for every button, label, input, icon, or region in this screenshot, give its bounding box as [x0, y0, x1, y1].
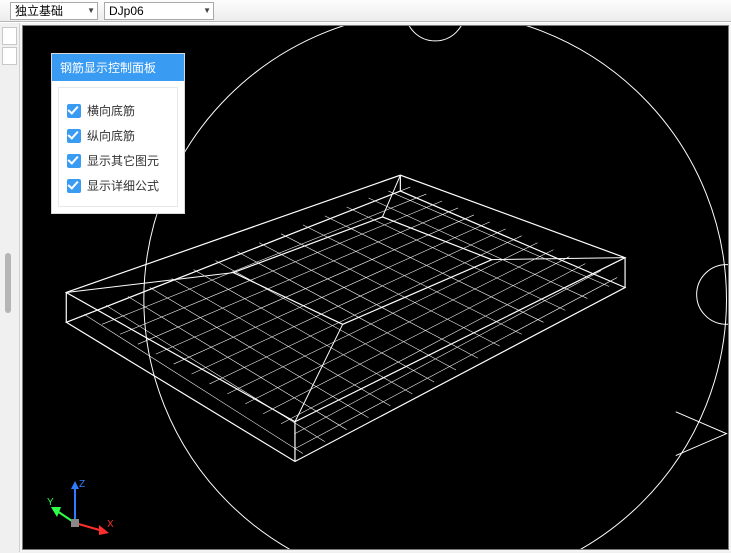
axis-y-label: Y	[47, 497, 54, 508]
chevron-down-icon: ▼	[87, 6, 95, 15]
axis-z-label: Z	[79, 479, 85, 490]
checkbox-label: 纵向底筋	[87, 127, 135, 144]
axis-gizmo: Z X Y	[45, 475, 115, 535]
rail-tab-2[interactable]	[2, 47, 17, 65]
checkbox-icon	[67, 104, 81, 118]
axis-x-label: X	[107, 519, 114, 530]
checkbox-icon	[67, 179, 81, 193]
top-toolbar: 独立基础 ▼ DJp06 ▼	[0, 0, 731, 22]
rail-tab-1[interactable]	[2, 27, 17, 45]
item-dropdown[interactable]: DJp06 ▼	[104, 2, 214, 20]
chevron-down-icon: ▼	[203, 6, 211, 15]
category-dropdown[interactable]: 独立基础 ▼	[10, 2, 98, 20]
workspace: 钢筋显示控制面板 横向底筋 纵向底筋 显示其它图元 显示详细公式	[0, 22, 731, 552]
rebar-display-panel: 钢筋显示控制面板 横向底筋 纵向底筋 显示其它图元 显示详细公式	[51, 53, 185, 214]
checkbox-row-show-detailed-formula[interactable]: 显示详细公式	[67, 177, 169, 194]
checkbox-label: 横向底筋	[87, 102, 135, 119]
item-dropdown-value: DJp06	[109, 4, 144, 18]
checkbox-row-vertical-bottom[interactable]: 纵向底筋	[67, 127, 169, 144]
checkbox-row-horizontal-bottom[interactable]: 横向底筋	[67, 102, 169, 119]
panel-body: 横向底筋 纵向底筋 显示其它图元 显示详细公式	[58, 87, 178, 207]
panel-title: 钢筋显示控制面板	[52, 54, 184, 81]
checkbox-icon	[67, 154, 81, 168]
checkbox-icon	[67, 129, 81, 143]
category-dropdown-value: 独立基础	[15, 2, 63, 19]
checkbox-row-show-other-elements[interactable]: 显示其它图元	[67, 152, 169, 169]
checkbox-label: 显示详细公式	[87, 177, 159, 194]
checkbox-label: 显示其它图元	[87, 152, 159, 169]
left-rail	[0, 23, 20, 552]
rail-drag-handle[interactable]	[5, 253, 11, 313]
viewport-3d[interactable]: 钢筋显示控制面板 横向底筋 纵向底筋 显示其它图元 显示详细公式	[22, 25, 729, 550]
